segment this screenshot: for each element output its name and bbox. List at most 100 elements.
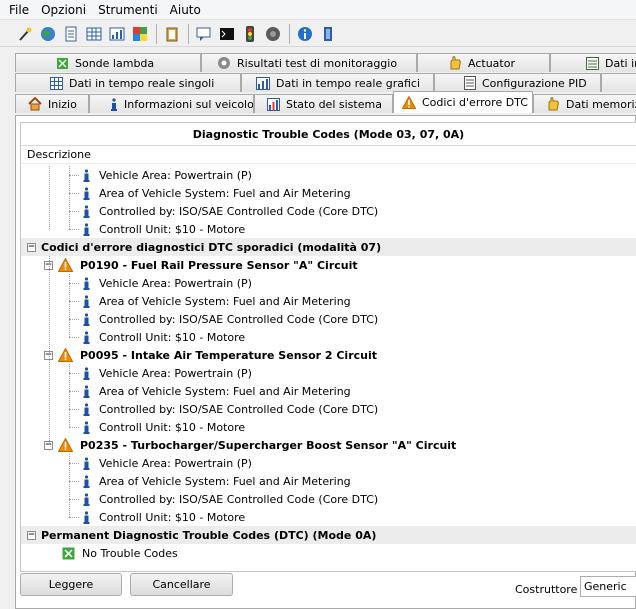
tree-info-row[interactable]: Area of Vehicle System: Fuel and Air Met…	[21, 472, 636, 490]
tab-risultati-test[interactable]: Risultati test di monitoraggio	[201, 53, 417, 72]
warning-icon	[58, 258, 73, 272]
tab-dati-tempo-reale-singoli[interactable]: Dati in tempo reale singoli	[15, 73, 241, 92]
tree-row-label: Controlled by: ISO/SAE Controlled Code (…	[99, 492, 379, 506]
info-icon	[82, 186, 90, 200]
tree-info-row[interactable]: Vehicle Area: Powertrain (P)	[21, 364, 636, 382]
tab-dati-tempo-reale-grafici[interactable]: Dati in tempo reale grafici	[241, 73, 434, 92]
tab-overflow[interactable]	[601, 73, 636, 92]
tree-connector	[69, 373, 79, 374]
tree-info-row[interactable]: Controll Unit: $10 - Motore	[21, 220, 636, 238]
tree-row-label: Area of Vehicle System: Fuel and Air Met…	[99, 474, 351, 488]
chart-icon	[267, 97, 280, 111]
tab-label: Configurazione PID	[482, 76, 587, 90]
tree-row-label: Permanent Diagnostic Trouble Codes (DTC)…	[41, 528, 377, 542]
menu-file[interactable]: File	[3, 0, 35, 20]
tree-info-row[interactable]: Vehicle Area: Powertrain (P)	[21, 166, 636, 184]
tab-stato-sistema[interactable]: Stato del sistema	[254, 94, 393, 113]
globe-icon[interactable]	[37, 23, 58, 44]
wand-icon[interactable]	[14, 23, 35, 44]
menu-aiuto[interactable]: Aiuto	[164, 0, 207, 20]
tab-dati-in[interactable]: Dati in	[550, 53, 636, 72]
tab-configurazione-pid[interactable]: Configurazione PID	[434, 73, 601, 92]
tab-label: Dati memorizzati	[566, 97, 636, 111]
menu-opzioni[interactable]: Opzioni	[35, 0, 92, 20]
toolbar	[0, 21, 636, 47]
tree-info-row[interactable]: Area of Vehicle System: Fuel and Air Met…	[21, 292, 636, 310]
clipboard-icon[interactable]	[161, 23, 182, 44]
tree-group-row[interactable]: − Permanent Diagnostic Trouble Codes (DTC…	[21, 526, 636, 544]
tree-connector	[69, 274, 70, 337]
tree-connector	[69, 211, 79, 212]
tab-label: Dati in tempo reale singoli	[69, 76, 215, 90]
info-icon	[82, 330, 90, 344]
dtc-tree[interactable]: Diagnostic Trouble Codes (Mode 03, 07, 0…	[20, 122, 636, 572]
tab-strip: Sonde lambda Risultati test di monitorag…	[0, 52, 636, 114]
tree-info-row[interactable]: Controll Unit: $10 - Motore	[21, 418, 636, 436]
tree-connector	[69, 499, 79, 500]
tree-info-row[interactable]: Vehicle Area: Powertrain (P)	[21, 274, 636, 292]
dtc-code-row[interactable]: − P0235 - Turbocharger/Supercharger Boost…	[21, 436, 636, 454]
no-codes-row[interactable]: No Trouble Codes	[21, 544, 636, 562]
tree-row-label: Area of Vehicle System: Fuel and Air Met…	[99, 294, 351, 308]
column-header-descrizione[interactable]: Descrizione	[21, 146, 636, 164]
tab-label: Codici d'errore DTC	[422, 96, 528, 109]
tree-row-label: Controll Unit: $10 - Motore	[99, 510, 246, 524]
info-icon[interactable]	[294, 23, 315, 44]
tree-info-row[interactable]: Controlled by: ISO/SAE Controlled Code (…	[21, 400, 636, 418]
tab-informazioni-veicolo[interactable]: Informazioni sul veicolo	[89, 94, 254, 113]
clear-button[interactable]: Cancellare	[130, 573, 233, 596]
color-palette-icon[interactable]	[129, 23, 150, 44]
grid-icon[interactable]	[83, 23, 104, 44]
read-button[interactable]: Leggere	[20, 573, 122, 596]
tab-label: Risultati test di monitoraggio	[237, 56, 398, 70]
tree-info-row[interactable]: Vehicle Area: Powertrain (P)	[21, 454, 636, 472]
home-icon	[28, 97, 42, 111]
terminal-icon[interactable]	[216, 23, 237, 44]
menu-strumenti[interactable]: Strumenti	[92, 0, 164, 20]
tree-connector	[69, 391, 79, 392]
tree-row-label: Controlled by: ISO/SAE Controlled Code (…	[99, 402, 379, 416]
document-icon[interactable]	[60, 23, 81, 44]
record-icon[interactable]	[262, 23, 283, 44]
tree-info-row[interactable]: Controll Unit: $10 - Motore	[21, 328, 636, 346]
tree-info-row[interactable]: Controlled by: ISO/SAE Controlled Code (…	[21, 310, 636, 328]
dtc-code-row[interactable]: − P0190 - Fuel Rail Pressure Sensor "A" C…	[21, 256, 636, 274]
exit-icon[interactable]	[317, 23, 338, 44]
manufacturer-select[interactable]: Generic	[580, 576, 636, 597]
tree-info-row[interactable]: Controll Unit: $10 - Motore	[21, 508, 636, 526]
tree-group-row[interactable]: − Codici d'errore diagnostici DTC sporadi…	[21, 238, 636, 256]
tab-codici-errore-dtc[interactable]: Codici d'errore DTC	[393, 91, 533, 113]
tree-row-label: Controll Unit: $10 - Motore	[99, 222, 246, 236]
info-icon	[82, 420, 90, 434]
warning-icon	[58, 348, 73, 362]
tree-info-row[interactable]: Area of Vehicle System: Fuel and Air Met…	[21, 184, 636, 202]
info-icon	[82, 276, 90, 290]
dtc-code-row[interactable]: − P0095 - Intake Air Temperature Sensor 2…	[21, 346, 636, 364]
tree-row-label: Vehicle Area: Powertrain (P)	[99, 168, 252, 182]
chat-icon[interactable]	[193, 23, 214, 44]
tree-info-row[interactable]: Controlled by: ISO/SAE Controlled Code (…	[21, 202, 636, 220]
tree-connector	[69, 337, 79, 338]
tree-connector	[69, 301, 79, 302]
tree-row-label: Controll Unit: $10 - Motore	[99, 420, 246, 434]
tree-connector	[69, 175, 79, 176]
info-icon	[82, 312, 90, 326]
tab-inizio[interactable]: Inizio	[15, 94, 89, 113]
tree-row-label: Controlled by: ISO/SAE Controlled Code (…	[99, 204, 379, 218]
tab-label: Dati in	[605, 56, 636, 70]
tree-row-label: Controll Unit: $10 - Motore	[99, 330, 246, 344]
tree-connector	[69, 463, 79, 464]
tree-connector	[69, 481, 79, 482]
tab-dati-memorizzati[interactable]: Dati memorizzati	[533, 94, 636, 113]
info-icon	[82, 366, 90, 380]
collapse-toggle[interactable]: −	[27, 530, 36, 540]
tab-sonde-lambda[interactable]: Sonde lambda	[15, 53, 201, 72]
tab-actuator[interactable]: Actuator	[417, 53, 550, 72]
tree-info-row[interactable]: Area of Vehicle System: Fuel and Air Met…	[21, 382, 636, 400]
collapse-toggle[interactable]: −	[27, 242, 36, 252]
traffic-light-icon[interactable]	[239, 23, 260, 44]
warning-icon	[402, 96, 416, 109]
tree-title: Diagnostic Trouble Codes (Mode 03, 07, 0…	[21, 123, 636, 146]
chart-icon[interactable]	[106, 23, 127, 44]
tree-info-row[interactable]: Controlled by: ISO/SAE Controlled Code (…	[21, 490, 636, 508]
